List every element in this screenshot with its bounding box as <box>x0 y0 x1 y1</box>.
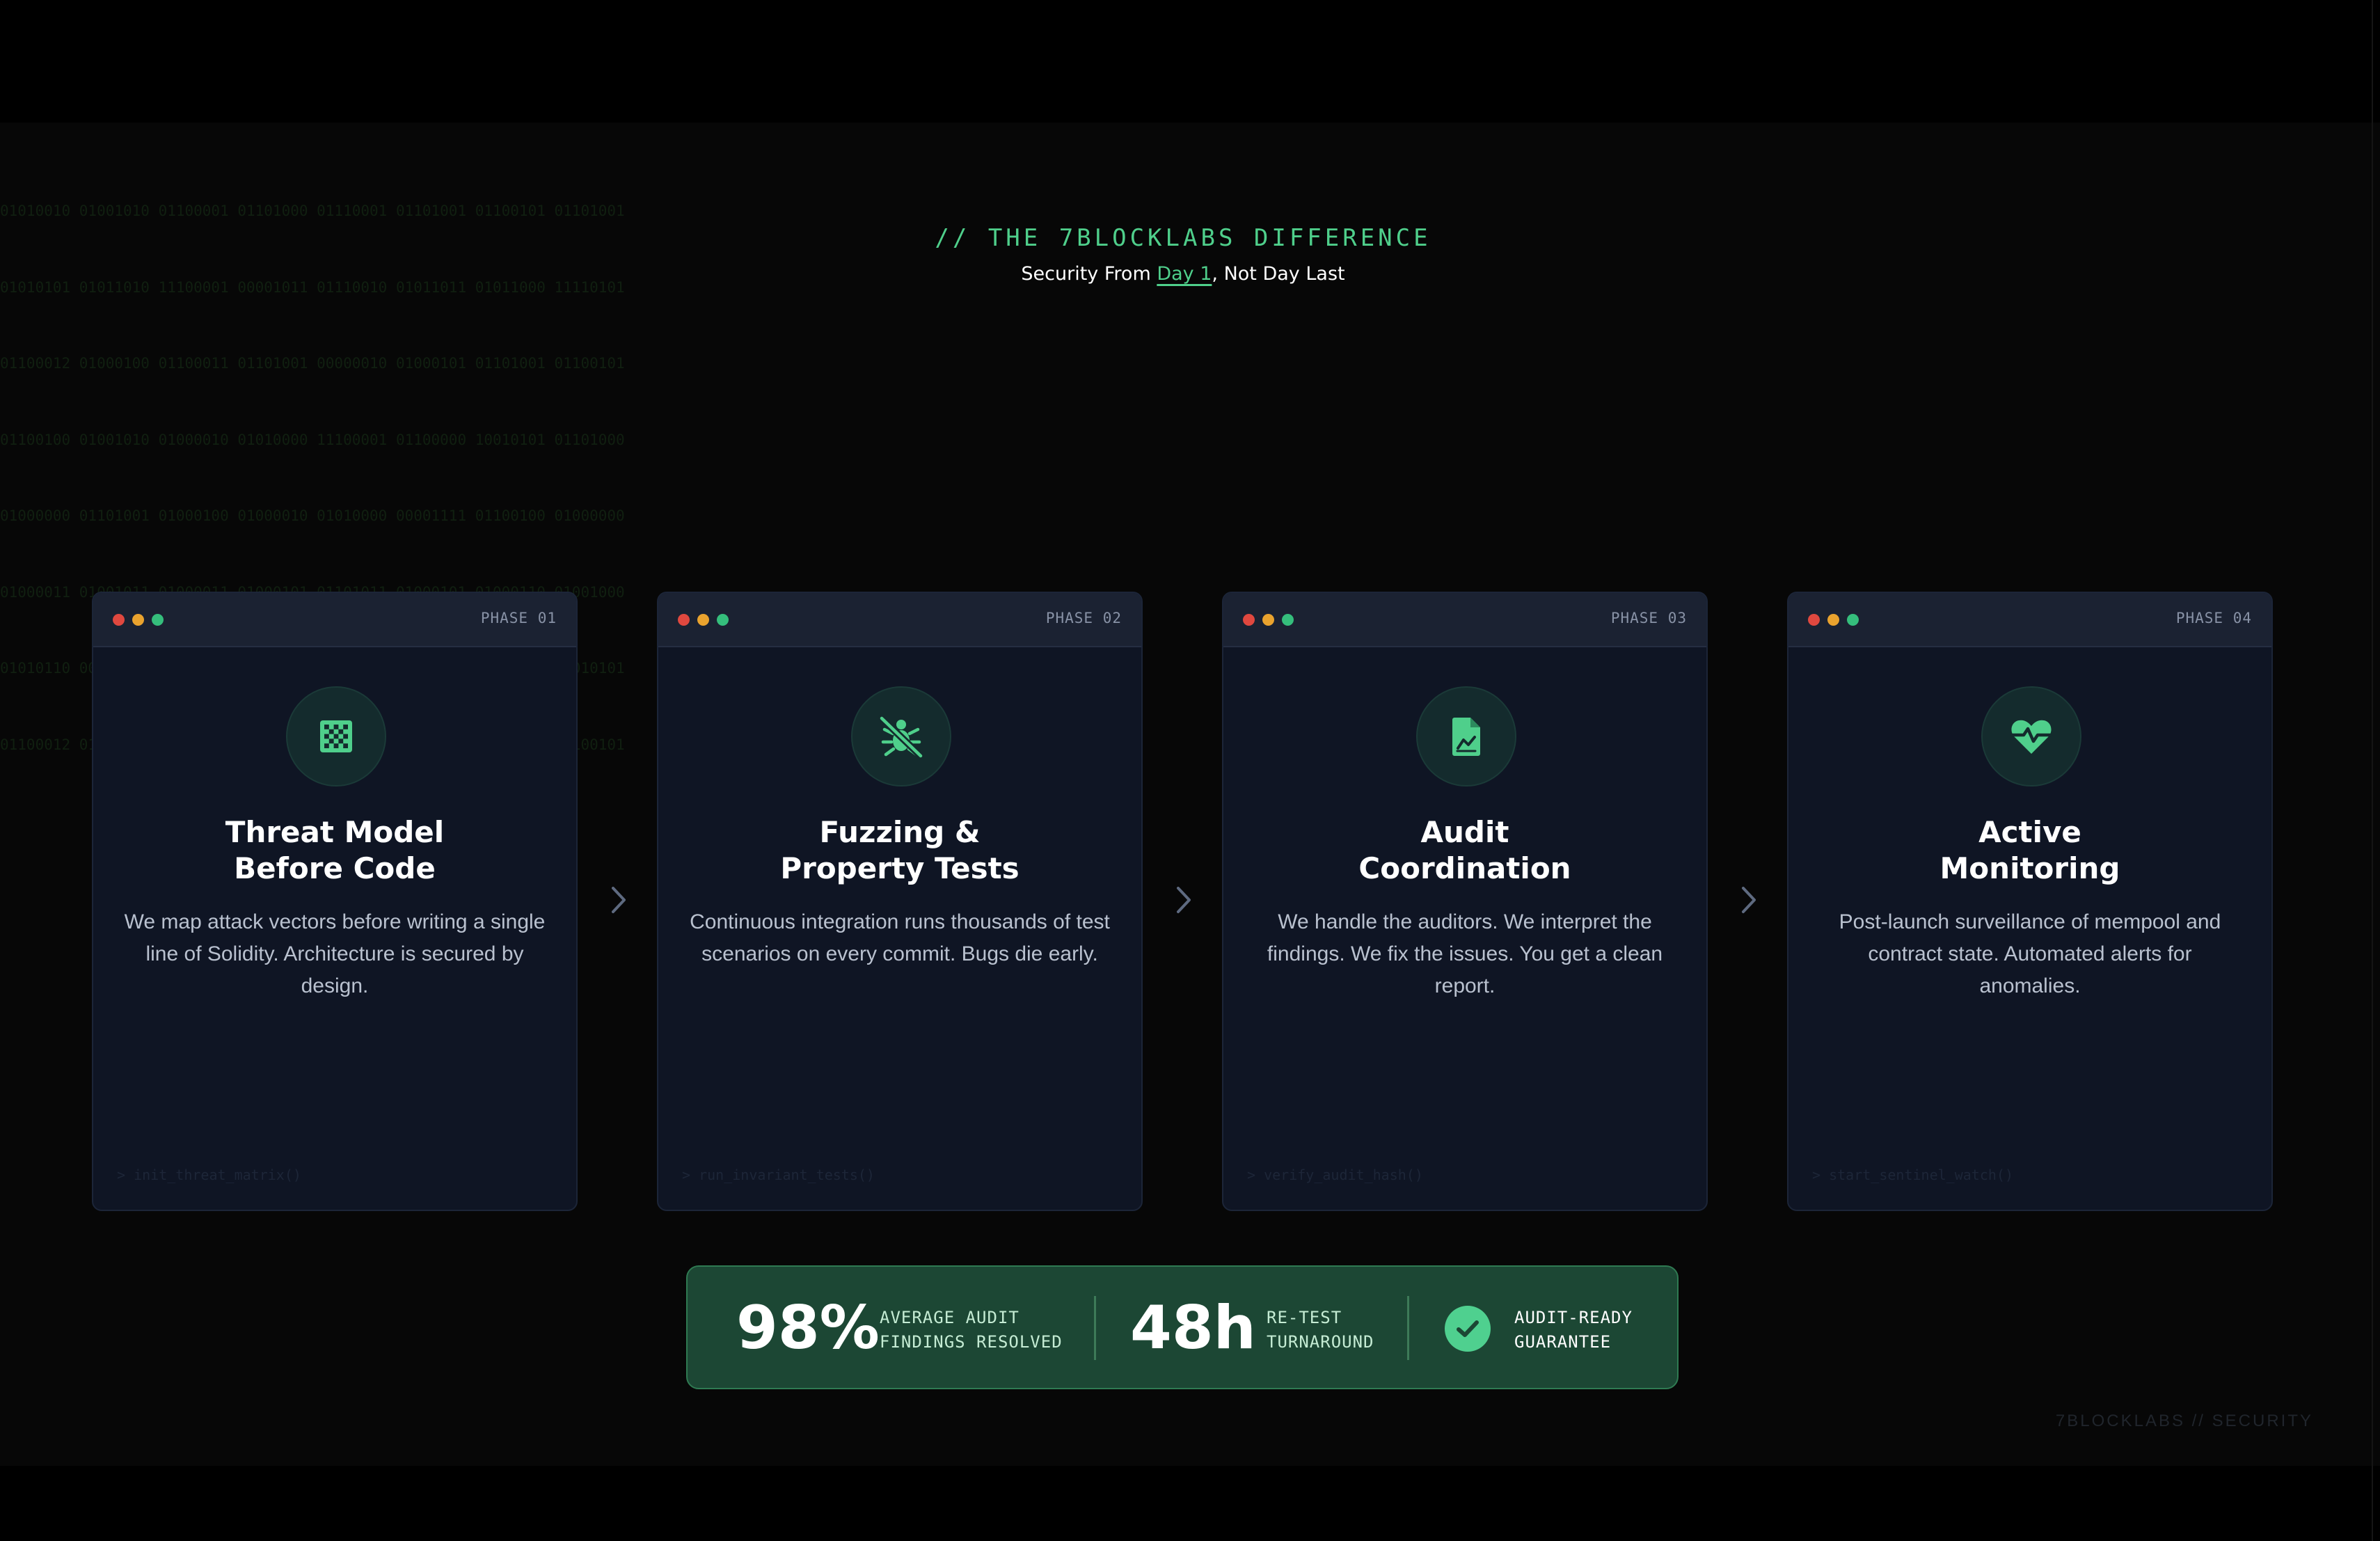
chess-board-icon <box>286 686 386 787</box>
chevron-right-icon <box>608 883 629 917</box>
stat-audit-value: 98% <box>736 1293 880 1363</box>
stat-label-line: AUDIT-READY <box>1514 1308 1633 1327</box>
binary-line: 01010010 01001010 01100001 01101000 0111… <box>0 203 625 219</box>
phase-card-threat-model: PHASE 01 Threat Model Before Code We map… <box>92 592 578 1211</box>
card-title-line: Audit <box>1420 815 1509 849</box>
window-dot-red <box>1243 614 1255 626</box>
card-header: PHASE 03 <box>1223 593 1706 647</box>
card-command: > start_sentinel_watch() <box>1812 1167 2013 1183</box>
card-header: PHASE 01 <box>93 593 576 647</box>
binary-line: 01000000 01101001 01000100 01000010 0101… <box>0 507 625 524</box>
card-title: Active Monitoring <box>1802 814 2258 887</box>
card-title: Fuzzing & Property Tests <box>672 814 1127 887</box>
guarantee-label: AUDIT-READY GUARANTEE <box>1514 1306 1633 1354</box>
bug-slash-icon <box>851 686 951 787</box>
chevron-right-icon <box>1738 883 1759 917</box>
card-title-line: Monitoring <box>1939 851 2120 885</box>
card-header: PHASE 02 <box>658 593 1141 647</box>
subtitle-text-start: Security From <box>1021 263 1157 285</box>
card-title-line: Threat Model <box>225 815 445 849</box>
stat-label-line: FINDINGS RESOLVED <box>880 1332 1063 1352</box>
card-command: > init_threat_matrix() <box>117 1167 301 1183</box>
card-title: Threat Model Before Code <box>107 814 562 887</box>
stat-label-line: TURNAROUND <box>1267 1332 1374 1352</box>
stats-divider <box>1094 1296 1096 1360</box>
card-description: Post-launch surveillance of mempool and … <box>1839 910 2221 997</box>
section-eyebrow: // THE 7BLOCKLABS DIFFERENCE <box>935 224 1431 252</box>
stat-audit-label: AVERAGE AUDIT FINDINGS RESOLVED <box>880 1306 1063 1354</box>
scrollbar[interactable] <box>2372 0 2380 1541</box>
card-title-line: Active <box>1978 815 2081 849</box>
stat-label-line: AVERAGE AUDIT <box>880 1308 1020 1327</box>
phase-label: PHASE 01 <box>480 610 557 626</box>
card-title-line: Fuzzing & <box>819 815 981 849</box>
phase-label: PHASE 03 <box>1610 610 1687 626</box>
subtitle-highlight: Day 1 <box>1157 263 1212 285</box>
stat-retest-value: 48h <box>1130 1293 1256 1363</box>
subtitle-text-end: , Not Day Last <box>1212 263 1345 285</box>
phase-label: PHASE 02 <box>1045 610 1122 626</box>
phase-card-audit: PHASE 03 Audit Coordination We handle th… <box>1222 592 1708 1211</box>
stat-label-line: RE-TEST <box>1267 1308 1342 1327</box>
window-dot-yellow <box>132 614 144 626</box>
window-dot-green <box>152 614 164 626</box>
window-dot-red <box>1808 614 1820 626</box>
card-description: We map attack vectors before writing a s… <box>124 910 546 997</box>
window-dot-yellow <box>1262 614 1274 626</box>
window-dot-green <box>717 614 729 626</box>
window-dot-red <box>113 614 125 626</box>
card-command: > run_invariant_tests() <box>682 1167 875 1183</box>
card-title-line: Coordination <box>1358 851 1571 885</box>
stat-label-line: GUARANTEE <box>1514 1332 1612 1352</box>
window-dot-green <box>1282 614 1294 626</box>
card-header: PHASE 04 <box>1788 593 2271 647</box>
binary-line: 01100012 01000100 01100011 01101001 0000… <box>0 355 625 372</box>
phase-card-monitoring: PHASE 04 Active Monitoring Post-launch s… <box>1787 592 2273 1211</box>
file-chart-icon <box>1416 686 1516 787</box>
stats-bar: 98% AVERAGE AUDIT FINDINGS RESOLVED 48h … <box>686 1265 1679 1389</box>
card-command: > verify_audit_hash() <box>1247 1167 1423 1183</box>
window-dot-red <box>678 614 690 626</box>
window-dot-green <box>1847 614 1859 626</box>
check-circle-icon <box>1445 1306 1491 1352</box>
stat-retest-label: RE-TEST TURNAROUND <box>1267 1306 1374 1354</box>
window-dot-yellow <box>697 614 709 626</box>
section-subtitle: Security From Day 1, Not Day Last <box>0 263 2366 285</box>
card-title-line: Before Code <box>234 851 436 885</box>
chevron-right-icon <box>1173 883 1194 917</box>
phase-card-fuzzing: PHASE 02 Fuzzing & Property Tests Contin… <box>657 592 1143 1211</box>
card-description: We handle the auditors. We interpret the… <box>1267 910 1663 997</box>
binary-line: 01100100 01001010 01000010 01010000 1110… <box>0 431 625 448</box>
card-title: Audit Coordination <box>1237 814 1692 887</box>
phase-label: PHASE 04 <box>2175 610 2252 626</box>
heart-pulse-icon <box>1981 686 2081 787</box>
window-dot-yellow <box>1827 614 1839 626</box>
stats-divider <box>1407 1296 1409 1360</box>
card-title-line: Property Tests <box>780 851 1020 885</box>
card-description: Continuous integration runs thousands of… <box>690 910 1110 965</box>
footer-brand: 7BLOCKLABS // SECURITY <box>2055 1412 2313 1430</box>
